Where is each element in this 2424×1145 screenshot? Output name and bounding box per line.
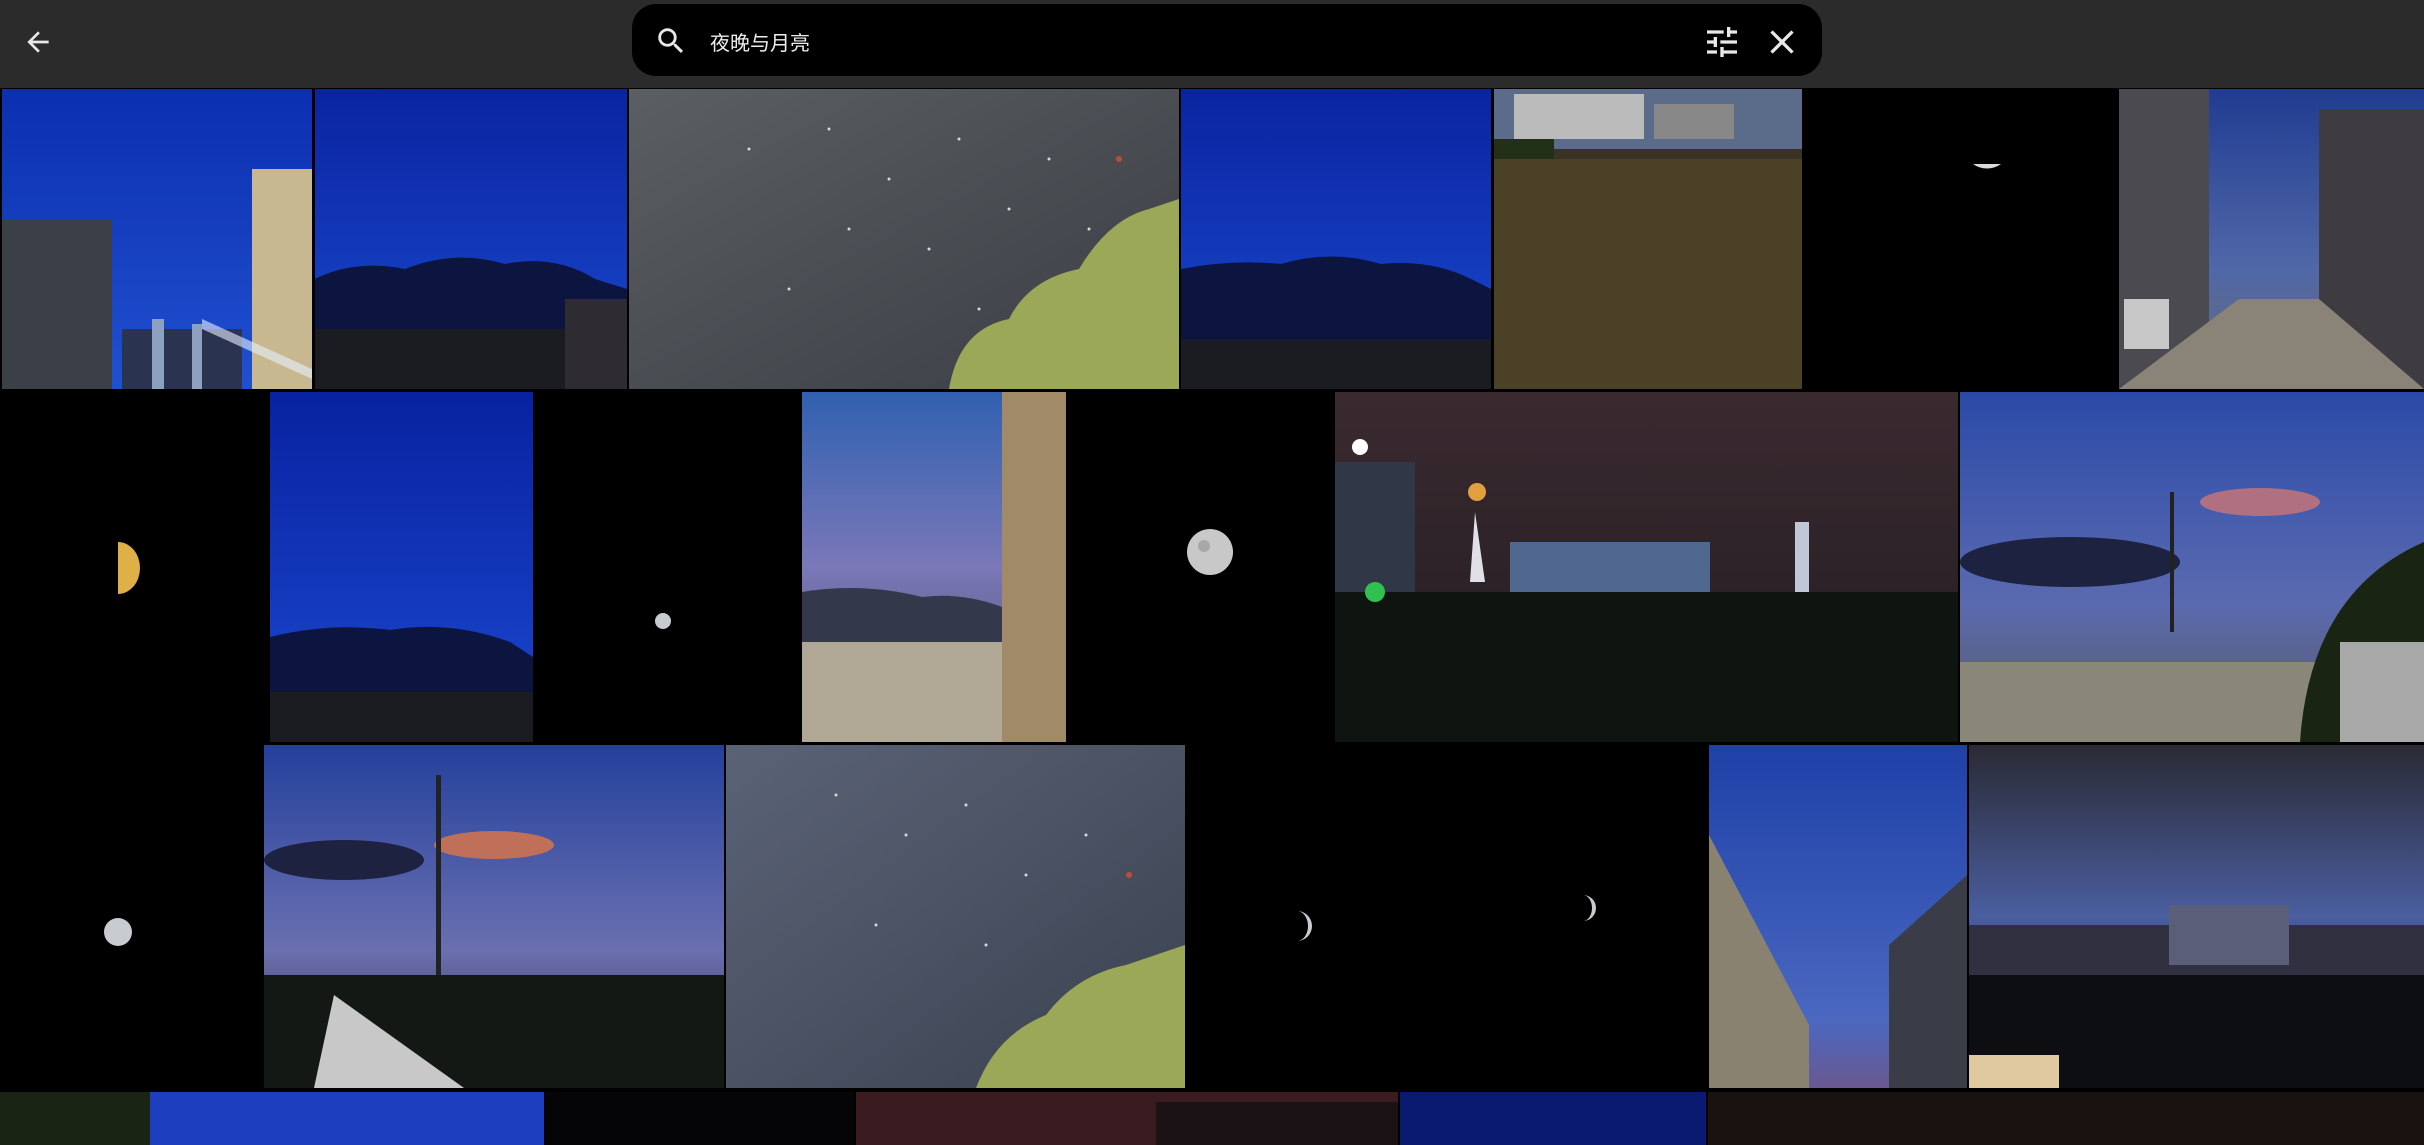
photo-starry-sky-tree[interactable]	[629, 89, 1179, 389]
photo-dusk-lake-buildings[interactable]	[1969, 745, 2424, 1088]
search-input[interactable]	[708, 22, 1612, 60]
photo-blue-sky-buildings[interactable]	[1709, 745, 1967, 1088]
arrow-back-icon	[27, 31, 49, 53]
photo-evening-lawn-apartments[interactable]	[1494, 89, 1802, 389]
photo-full-moon[interactable]	[1068, 392, 1333, 742]
photo-park-at-night-city-lights[interactable]	[1335, 392, 1958, 742]
search-bar	[632, 4, 1822, 76]
tune-icon	[1707, 27, 1737, 57]
top-app-bar	[0, 0, 2424, 88]
photo-blue-sky-dark-clouds[interactable]	[270, 392, 533, 742]
photo-grid	[0, 88, 2424, 1145]
photo-dark-night[interactable]	[546, 1092, 854, 1145]
photo-red-dusk-silhouette[interactable]	[856, 1092, 1398, 1145]
photo-blue-sky-dark-clouds[interactable]	[315, 89, 627, 389]
photo-small-moon[interactable]	[0, 745, 262, 1088]
filter-button[interactable]	[1702, 22, 1742, 62]
photo-street-parked-cars-dusk[interactable]	[2119, 89, 2424, 389]
back-button[interactable]	[14, 18, 62, 66]
photo-two-moons[interactable]	[1187, 745, 1707, 1088]
photo-dusk-clouds-power-pole[interactable]	[1960, 392, 2424, 742]
photo-tree-blue-sky[interactable]	[0, 1092, 544, 1145]
search-icon	[658, 28, 684, 54]
photo-half-moon-black-sky[interactable]	[1805, 89, 2117, 389]
photo-blue-sky-street-buildings[interactable]	[2, 89, 312, 389]
photo-blue-sky-dark-clouds[interactable]	[1181, 89, 1491, 389]
photo-starry-sky-tree[interactable]	[726, 745, 1185, 1088]
close-icon	[1770, 30, 1794, 54]
photo-dark-dusk[interactable]	[1708, 1092, 2424, 1145]
photo-dusk-power-lines-fence[interactable]	[264, 745, 724, 1088]
photo-dusk-sky-tower[interactable]	[802, 392, 1066, 742]
photo-golden-half-moon[interactable]	[2, 392, 268, 742]
clear-search-button[interactable]	[1762, 22, 1802, 62]
photo-blue-night[interactable]	[1400, 1092, 1706, 1145]
photo-small-moon-black-sky[interactable]	[535, 392, 800, 742]
